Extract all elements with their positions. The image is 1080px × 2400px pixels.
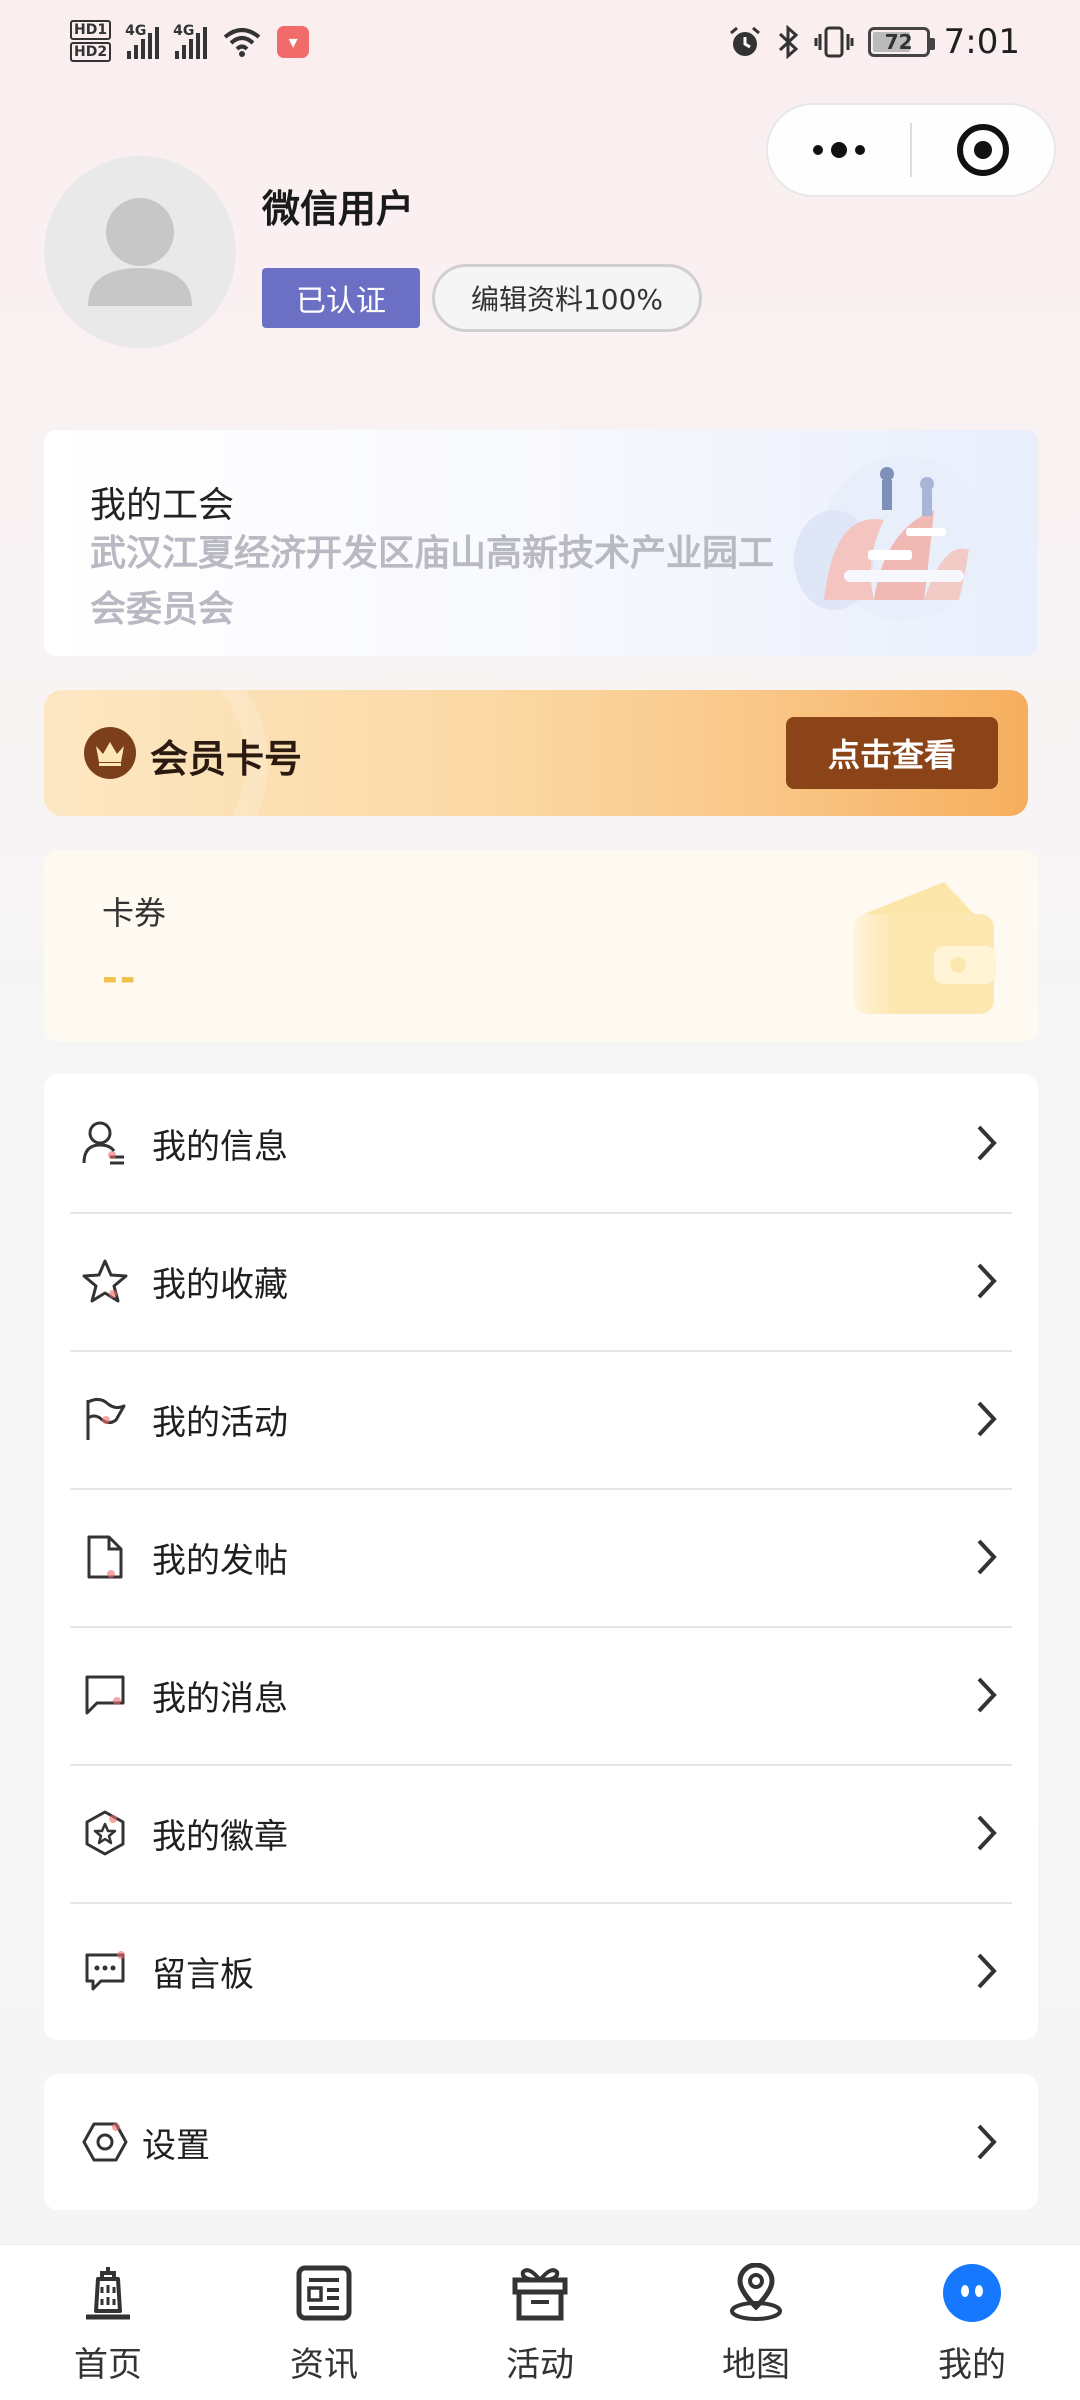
chevron-right-icon — [977, 1125, 997, 1161]
tab-map[interactable]: 地图 — [648, 2245, 864, 2400]
menu-item-message-board[interactable]: 留言板 — [44, 1902, 1038, 2040]
star-icon — [80, 1256, 130, 1306]
tab-label-activities: 活动 — [506, 2345, 574, 2385]
comment-icon — [80, 1946, 130, 1996]
member-card-banner[interactable]: 会员卡号 点击查看 — [44, 690, 1028, 816]
signal-1-icon: 4G — [125, 23, 160, 59]
union-title: 我的工会 — [90, 485, 235, 526]
menu-item-settings[interactable]: 设置 — [44, 2074, 1038, 2210]
coupon-value: -- — [102, 956, 138, 1000]
bottom-tab-bar: 首页 资讯 活动 地图 我的 — [0, 2244, 1080, 2400]
network-type-1: 4G — [125, 23, 147, 39]
target-icon — [957, 124, 1009, 176]
view-member-card-button[interactable]: 点击查看 — [786, 717, 998, 789]
username: 微信用户 — [262, 187, 415, 231]
menu-item-my-badges[interactable]: 我的徽章 — [44, 1764, 1038, 1902]
tab-activities[interactable]: 活动 — [432, 2245, 648, 2400]
coupon-title: 卡券 — [102, 894, 167, 932]
menu-item-my-messages[interactable]: 我的消息 — [44, 1626, 1038, 1764]
menu-label-my-favorites: 我的收藏 — [152, 1264, 288, 1305]
status-time: 7:01 — [943, 22, 1020, 62]
status-left: HD1 HD2 4G 4G ▾ — [70, 20, 310, 64]
chevron-right-icon — [977, 1401, 997, 1437]
menu-label-settings: 设置 — [142, 2125, 210, 2166]
signal-2-icon: 4G — [173, 23, 208, 59]
chevron-right-icon — [977, 1263, 997, 1299]
chevron-right-icon — [977, 1953, 997, 1989]
miniprogram-capsule — [766, 103, 1056, 197]
chevron-right-icon — [977, 2124, 997, 2160]
wallet-icon — [834, 882, 996, 1014]
tab-label-news: 资讯 — [290, 2345, 358, 2385]
profile-icon — [940, 2261, 1004, 2325]
vibrate-icon — [814, 26, 854, 58]
edit-profile-button[interactable]: 编辑资料100% — [432, 264, 702, 332]
hd2-label: HD2 — [70, 42, 112, 62]
avatar[interactable] — [44, 156, 236, 348]
menu-label-my-messages: 我的消息 — [152, 1678, 288, 1719]
alarm-icon — [729, 26, 760, 56]
wifi-icon — [223, 28, 261, 57]
map-pin-icon — [724, 2261, 788, 2325]
app-notification-icon: ▾ — [277, 26, 310, 58]
more-button[interactable] — [768, 105, 910, 195]
default-avatar-icon — [88, 198, 192, 306]
user-info-icon — [80, 1118, 130, 1168]
message-icon — [80, 1670, 130, 1720]
tab-profile[interactable]: 我的 — [864, 2245, 1080, 2400]
gift-icon — [508, 2261, 572, 2325]
menu-item-my-activities[interactable]: 我的活动 — [44, 1350, 1038, 1488]
menu-item-my-posts[interactable]: 我的发帖 — [44, 1488, 1038, 1626]
union-illustration-icon — [794, 456, 986, 620]
member-card-label: 会员卡号 — [150, 737, 303, 781]
close-miniprogram-button[interactable] — [912, 105, 1054, 195]
tab-label-map: 地图 — [722, 2345, 790, 2385]
menu-label-message-board: 留言板 — [152, 1954, 254, 1995]
menu-label-my-posts: 我的发帖 — [152, 1540, 288, 1581]
verified-badge: 已认证 — [262, 268, 420, 328]
document-icon — [80, 1532, 130, 1582]
tab-news[interactable]: 资讯 — [216, 2245, 432, 2400]
battery-level: 72 — [884, 30, 913, 54]
hd1-label: HD1 — [70, 20, 112, 40]
more-dots-icon — [813, 142, 865, 158]
menu-label-my-activities: 我的活动 — [152, 1402, 288, 1443]
union-name: 武汉江夏经济开发区庙山高新技术产业园工会委员会 — [90, 533, 775, 630]
my-union-card[interactable]: 我的工会 武汉江夏经济开发区庙山高新技术产业园工会委员会 — [44, 430, 1038, 656]
tab-label-profile: 我的 — [938, 2345, 1006, 2385]
home-tower-icon — [76, 2261, 140, 2325]
menu-item-my-info[interactable]: 我的信息 — [44, 1074, 1038, 1212]
status-bar: HD1 HD2 4G 4G ▾ 72 7:01 — [0, 0, 1080, 96]
crown-icon — [84, 727, 136, 779]
chevron-right-icon — [977, 1677, 997, 1713]
battery-icon: 72 — [867, 27, 935, 57]
chevron-right-icon — [977, 1539, 997, 1575]
bluetooth-icon — [778, 25, 798, 59]
flag-icon — [80, 1394, 130, 1444]
badge-icon — [80, 1808, 130, 1858]
menu-label-my-info: 我的信息 — [152, 1126, 288, 1167]
news-icon — [292, 2261, 356, 2325]
settings-icon — [80, 2117, 130, 2167]
tab-label-home: 首页 — [74, 2345, 142, 2385]
menu-label-my-badges: 我的徽章 — [152, 1816, 288, 1857]
coupon-card[interactable]: 卡券 -- — [44, 850, 1038, 1042]
menu-item-my-favorites[interactable]: 我的收藏 — [44, 1212, 1038, 1350]
menu-list: 我的信息 我的收藏 我的活动 我的发帖 我的消息 我的徽章 留言板 — [44, 1074, 1038, 2040]
network-type-2: 4G — [173, 23, 195, 39]
hd-indicator: HD1 HD2 — [70, 20, 112, 64]
status-right: 72 7:01 — [728, 22, 1020, 62]
tab-home[interactable]: 首页 — [0, 2245, 216, 2400]
chevron-right-icon — [977, 1815, 997, 1851]
